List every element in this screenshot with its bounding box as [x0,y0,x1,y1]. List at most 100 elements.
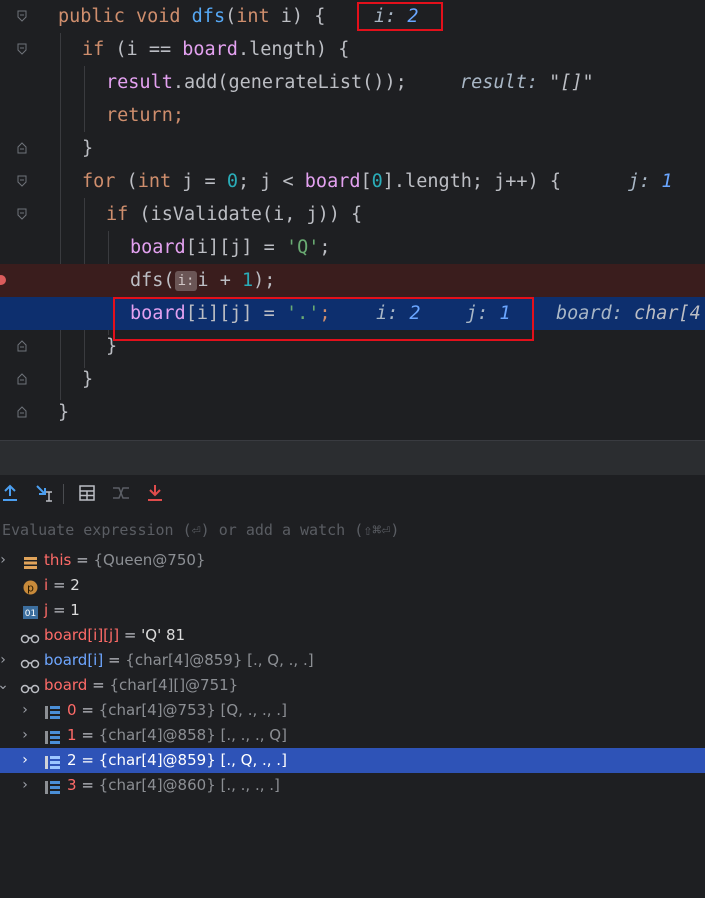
code-text: } [82,138,94,159]
code-text: i + [197,270,242,291]
equals-sign: = [71,551,94,569]
variable-row-j[interactable]: 01 j = 1 [0,598,705,623]
code-text: .add(generateList()); [172,72,407,93]
code-text: ( [225,6,237,27]
code-text: [ [360,171,372,192]
code-line-2[interactable]: if (i == board.length) { [0,33,705,66]
toolbar-separator [63,484,64,504]
chevron-right-icon[interactable]: › [18,773,32,798]
variable-value: {char[4][]@751} [109,676,239,694]
chevron-right-icon[interactable]: › [18,698,32,723]
array-icon [45,728,60,744]
run-to-cursor-icon[interactable] [34,483,54,503]
array-icon [45,753,60,769]
chevron-right-icon[interactable]: › [0,648,10,673]
array-element-row[interactable]: › 0 = {char[4]@753} [Q, ., ., .] [0,698,705,723]
code-text: ; [172,105,184,126]
code-line-4[interactable]: return; [0,99,705,132]
number-literal: 0 [371,171,383,192]
fold-open-icon[interactable] [17,10,27,22]
local-variable-icon: 01 [23,603,38,619]
code-line-12[interactable]: } [0,363,705,396]
fold-close-icon[interactable] [17,340,27,352]
trace-stream-icon[interactable] [111,483,131,503]
panel-divider[interactable] [0,440,705,476]
breakpoint-line[interactable]: dfs(i: i + 1); [0,264,705,297]
array-icon [45,703,60,719]
code-line-3[interactable]: result.add(generateList()); result: "[]" [0,66,705,99]
variable-value: 'Q' 81 [141,626,186,644]
variable-row-this[interactable]: › this = {Queen@750} [0,548,705,573]
variable-name: 1 [67,726,77,744]
watch-row-board-i[interactable]: › board[i] = {char[4]@859} [., Q, ., .] [0,648,705,673]
fold-open-icon[interactable] [17,175,27,187]
code-line-1[interactable]: public void dfs(int i) { i: 2 [0,0,705,33]
variable-name: 2 [67,751,77,769]
watch-icon [20,678,40,694]
variable-name: board [44,676,88,694]
keyword: int [236,6,270,27]
variable-value: {char[4]@859} [., Q, ., .] [98,751,287,769]
variable-name: board[i][j] [44,626,120,644]
debug-toolbar [0,475,705,511]
code-line-8[interactable]: board[i][j] = 'Q'; [0,231,705,264]
variable-name: 3 [67,776,77,794]
inline-value-hint: result: "[]" [460,72,594,93]
array-element-row-selected[interactable]: › 2 = {char[4]@859} [., Q, ., .] [0,748,705,773]
watch-icon [20,628,40,644]
code-text: ( [115,171,138,192]
evaluate-expression-input[interactable]: Evaluate expression (⏎) or add a watch (… [0,512,705,549]
force-step-into-icon[interactable] [145,483,165,503]
svg-text:01: 01 [25,609,36,619]
parameter-hint: i: [174,271,198,291]
string-literal: 'Q' [285,237,320,258]
fold-open-icon[interactable] [17,43,27,55]
fold-close-icon[interactable] [17,406,27,418]
code-line-11[interactable]: } [0,330,705,363]
chevron-right-icon[interactable]: › [18,723,32,748]
fold-close-icon[interactable] [17,142,27,154]
variable-value: {char[4]@859} [., Q, ., .] [125,651,314,669]
watch-row-board-i-j[interactable]: board[i][j] = 'Q' 81 [0,623,705,648]
array-icon [45,778,60,794]
chevron-right-icon[interactable]: › [18,748,32,773]
field-ref: result [106,72,173,93]
code-text: } [58,402,70,423]
equals-sign: = [48,576,71,594]
watch-row-board[interactable]: ⌄ board = {char[4][]@751} [0,673,705,698]
code-text: i) { [269,6,326,27]
variable-name: this [44,551,72,569]
code-line-5[interactable]: } [0,132,705,165]
code-editor[interactable]: public void dfs(int i) { i: 2 if (i == b… [0,0,705,440]
evaluate-expression-icon[interactable] [77,483,97,503]
step-out-icon[interactable] [0,483,20,503]
breakpoint-icon[interactable] [0,275,6,285]
variable-value: {char[4]@858} [., ., ., Q] [98,726,287,744]
variable-name: board[i] [44,651,104,669]
number-literal: 1 [241,270,254,291]
variable-name: 0 [67,701,77,719]
equals-sign: = [76,776,99,794]
variable-value: 2 [70,576,80,594]
number-literal: 0 [226,171,238,192]
code-text: } [106,336,118,357]
field-ref: board [130,237,186,258]
equals-sign: = [76,701,99,719]
chevron-right-icon[interactable]: › [0,548,10,573]
variable-value: {char[4]@860} [., ., ., .] [98,776,280,794]
code-text: ; [319,237,331,258]
keyword: if [106,204,129,225]
chevron-down-icon[interactable]: ⌄ [0,673,10,698]
fold-close-icon[interactable] [17,373,27,385]
code-text: ].length; j++) { [382,171,561,192]
code-line-13[interactable]: } [0,396,705,429]
field-ref: board [182,39,238,60]
code-text: ; j < [237,171,305,192]
code-line-6[interactable]: for (int j = 0; j < board[0].length; j++… [0,165,705,198]
equals-sign: = [119,626,142,644]
code-line-7[interactable]: if (isValidate(i, j)) { [0,198,705,231]
array-element-row[interactable]: › 3 = {char[4]@860} [., ., ., .] [0,773,705,798]
fold-open-icon[interactable] [17,208,27,220]
variable-row-i[interactable]: p i = 2 [0,573,705,598]
array-element-row[interactable]: › 1 = {char[4]@858} [., ., ., Q] [0,723,705,748]
